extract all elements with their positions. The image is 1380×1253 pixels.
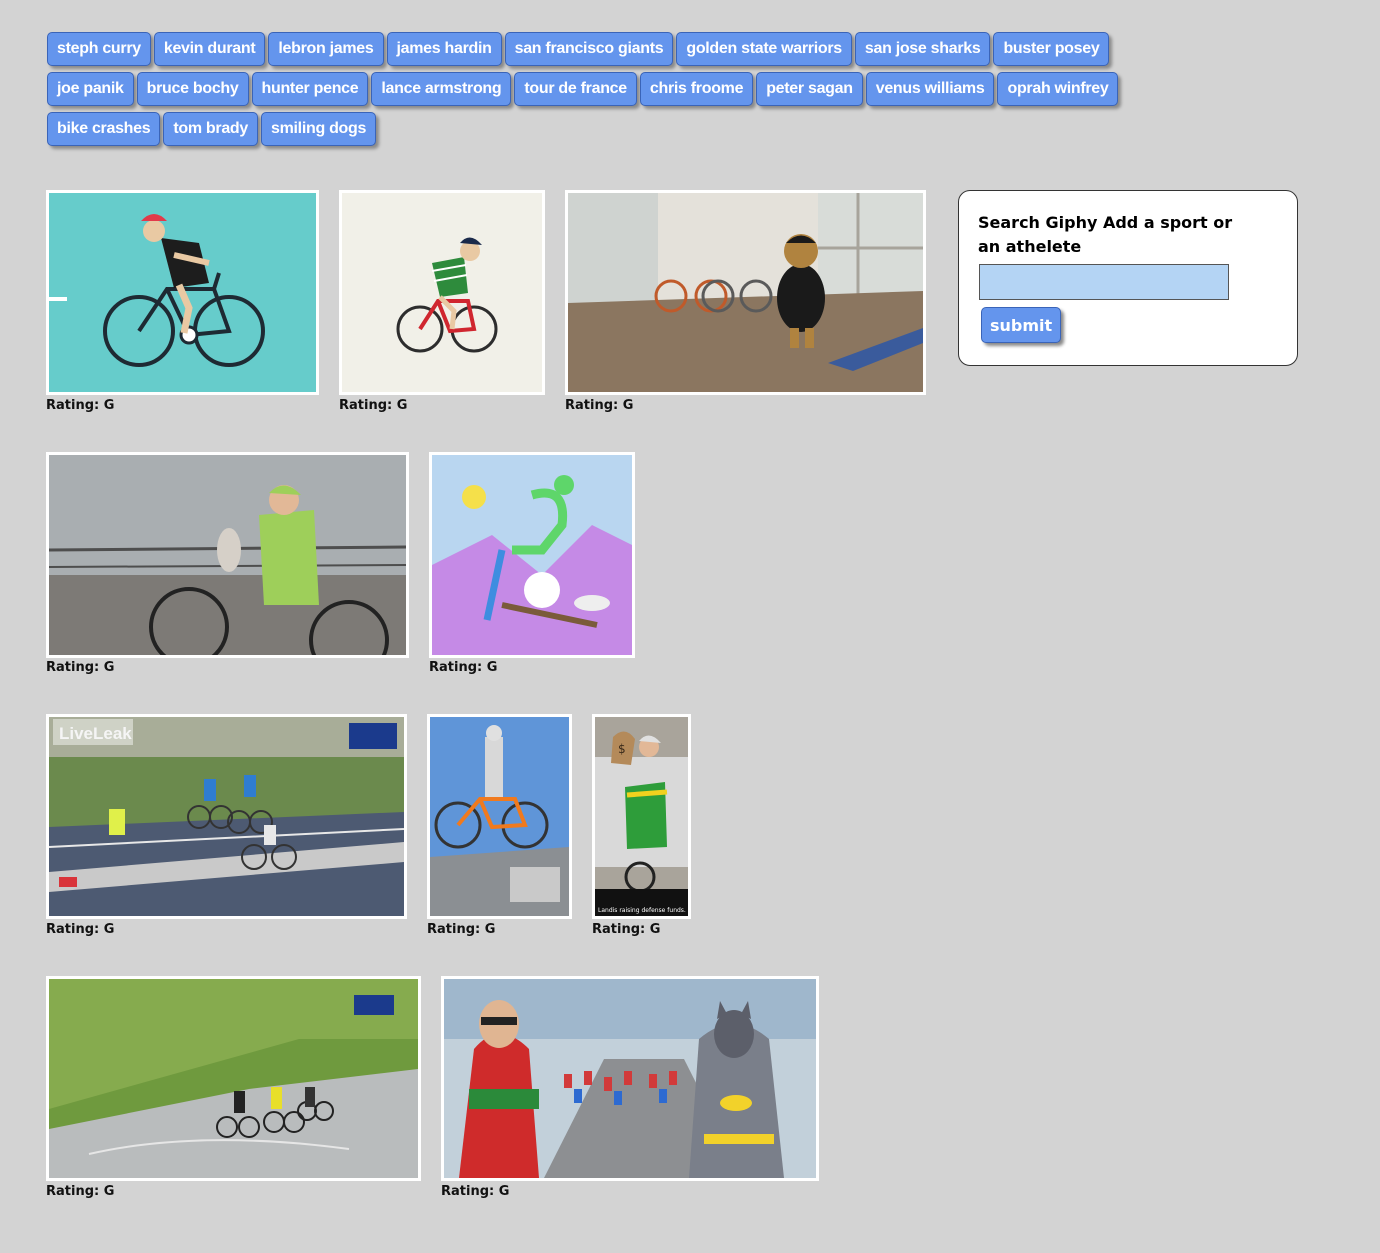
gif-image[interactable]: [46, 190, 319, 395]
topic-button[interactable]: steph curry: [47, 32, 151, 66]
topic-button[interactable]: tour de france: [514, 72, 637, 106]
gif-image[interactable]: [565, 190, 926, 395]
gif-image[interactable]: [441, 976, 819, 1181]
rating-label: Rating: G: [46, 922, 115, 937]
rating-label: Rating: G: [46, 398, 115, 413]
topic-row: steph curry kevin durant lebron james ja…: [47, 32, 1187, 68]
rating-label: Rating: G: [429, 660, 498, 675]
topic-button[interactable]: joe panik: [47, 72, 134, 106]
gif-image[interactable]: [46, 976, 421, 1181]
gif-image[interactable]: [427, 714, 572, 919]
rating-label: Rating: G: [339, 398, 408, 413]
topic-button[interactable]: oprah winfrey: [997, 72, 1119, 106]
topic-button[interactable]: hunter pence: [251, 72, 369, 106]
topic-button[interactable]: lebron james: [268, 32, 384, 66]
gif-image[interactable]: $ Landis raising defense funds.: [592, 714, 691, 919]
topic-row: bike crashes tom brady smiling dogs: [47, 112, 1187, 148]
rating-label: Rating: G: [46, 660, 115, 675]
rating-label: Rating: G: [592, 922, 661, 937]
rating-label: Rating: G: [46, 1184, 115, 1199]
rating-label: Rating: G: [441, 1184, 510, 1199]
topic-button[interactable]: san jose sharks: [854, 32, 991, 66]
search-input[interactable]: [979, 264, 1229, 300]
topic-button[interactable]: peter sagan: [756, 72, 863, 106]
search-label: Search Giphy Add a sport or an athelete: [978, 213, 1233, 256]
liveleak-watermark: LiveLeak: [59, 724, 132, 743]
rating-label: Rating: G: [427, 922, 496, 937]
topic-button[interactable]: smiling dogs: [261, 112, 377, 146]
topic-row: joe panik bruce bochy hunter pence lance…: [47, 72, 1187, 108]
topic-button[interactable]: buster posey: [993, 32, 1110, 66]
gif-image[interactable]: [429, 452, 635, 658]
rating-label: Rating: G: [565, 398, 634, 413]
svg-text:$: $: [618, 742, 626, 756]
topic-button[interactable]: venus williams: [865, 72, 995, 106]
topic-button[interactable]: san francisco giants: [504, 32, 674, 66]
topic-button[interactable]: bike crashes: [47, 112, 161, 146]
topic-button[interactable]: kevin durant: [153, 32, 266, 66]
topic-button[interactable]: lance armstrong: [371, 72, 512, 106]
submit-button[interactable]: submit: [981, 307, 1062, 343]
gif-image[interactable]: [46, 452, 409, 658]
gif-caption: Landis raising defense funds.: [598, 907, 686, 914]
search-panel: Search Giphy Add a sport or an athelete …: [958, 190, 1298, 366]
topic-button[interactable]: golden state warriors: [676, 32, 852, 66]
gif-image[interactable]: [339, 190, 545, 395]
topic-button[interactable]: james hardin: [386, 32, 502, 66]
topic-button[interactable]: bruce bochy: [136, 72, 249, 106]
topic-buttons: steph curry kevin durant lebron james ja…: [47, 32, 1187, 152]
gif-image[interactable]: LiveLeak: [46, 714, 407, 919]
topic-button[interactable]: chris froome: [639, 72, 754, 106]
topic-button[interactable]: tom brady: [163, 112, 259, 146]
